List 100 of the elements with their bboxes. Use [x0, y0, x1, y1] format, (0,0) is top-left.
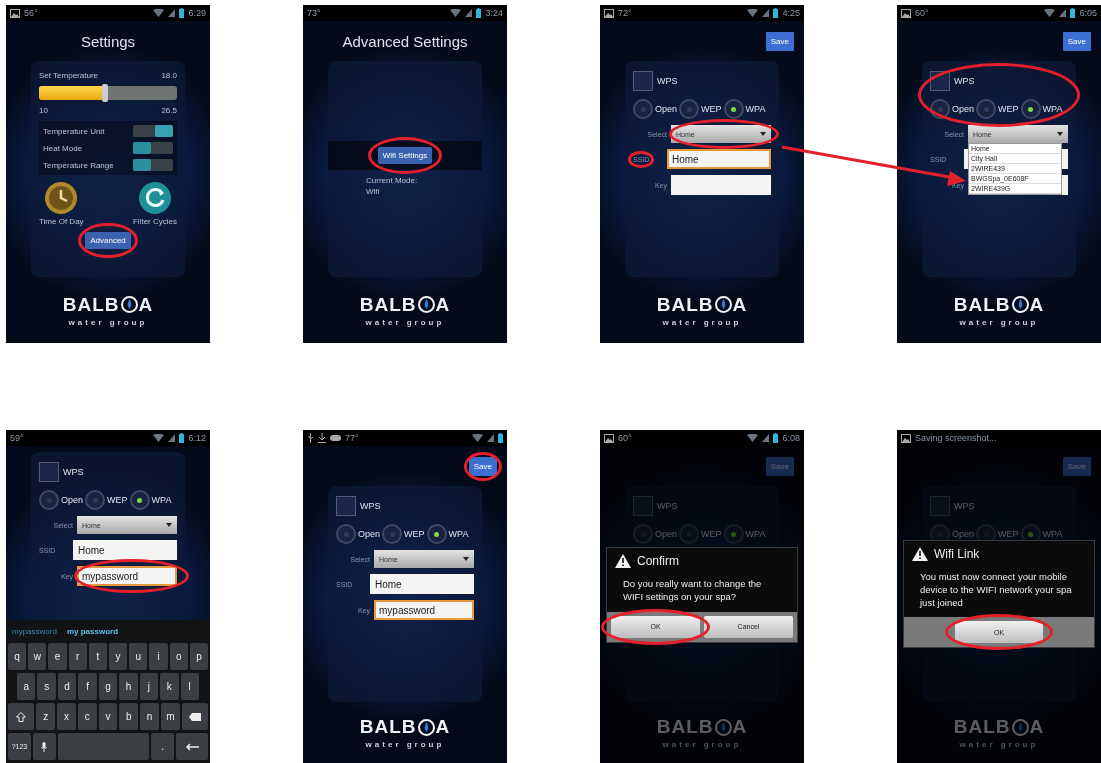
wps-checkbox[interactable]: [39, 462, 59, 482]
slider-min: 10: [39, 106, 48, 115]
radio-label: WEP: [404, 529, 425, 539]
advanced-button[interactable]: Advanced: [85, 232, 131, 249]
radio-label: Open: [61, 495, 84, 505]
checkbox-label: WPS: [657, 76, 678, 86]
caret-icon: [166, 523, 172, 527]
radio-button[interactable]: [633, 99, 653, 119]
save-button[interactable]: Save: [1062, 31, 1091, 51]
keyboard-key[interactable]: w: [28, 643, 47, 670]
radio-button[interactable]: [426, 524, 447, 544]
caret-icon: [760, 132, 766, 136]
keyboard-key[interactable]: v: [98, 703, 118, 730]
keyboard-key[interactable]: e: [48, 643, 67, 670]
radio-button[interactable]: [976, 99, 997, 119]
radio-button[interactable]: [382, 524, 403, 544]
signal-icon: [1059, 9, 1067, 17]
keyboard-key[interactable]: b: [119, 703, 139, 730]
radio-label: WEP: [701, 104, 722, 114]
keyboard-key[interactable]: r: [68, 643, 87, 670]
radio-button[interactable]: [679, 99, 700, 119]
wps-checkbox[interactable]: [930, 496, 950, 516]
slider-thumb[interactable]: [102, 84, 109, 102]
status-message: Saving screenshot...: [915, 433, 997, 443]
keyboard-key[interactable]: x: [57, 703, 76, 730]
keyboard-key[interactable]: y: [109, 643, 128, 670]
checkbox-label: WPS: [954, 501, 975, 511]
usb-icon: [307, 433, 314, 443]
keyboard-key[interactable]: u: [129, 643, 148, 670]
keyboard-key[interactable]: a: [17, 673, 36, 700]
radio-button[interactable]: [85, 490, 106, 510]
word-suggestion[interactable]: my password: [66, 626, 119, 636]
save-button[interactable]: Save: [468, 456, 497, 476]
keyboard-key[interactable]: j: [139, 673, 159, 700]
caret-icon: [463, 557, 469, 561]
key-input[interactable]: [671, 175, 771, 195]
keyboard-key[interactable]: i: [149, 643, 168, 670]
battery-icon: [773, 8, 779, 18]
logo-tagline: water group: [959, 317, 1039, 327]
key-input[interactable]: mypassword: [374, 600, 474, 620]
keyboard-key[interactable]: .: [151, 733, 174, 760]
radio-button[interactable]: [930, 99, 950, 119]
toggle-switch[interactable]: [133, 125, 173, 137]
keyboard-key[interactable]: s: [37, 673, 56, 700]
slider-label: Set Temperature: [39, 71, 98, 80]
temperature-reading: 77°: [345, 433, 359, 443]
radio-button[interactable]: [129, 490, 150, 510]
keyboard-key[interactable]: m: [160, 703, 180, 730]
image-icon: [10, 8, 20, 18]
ssid-input[interactable]: Home: [370, 574, 474, 594]
radio-button[interactable]: [1020, 99, 1041, 119]
radio-label: Open: [655, 529, 678, 539]
radio-button[interactable]: [723, 99, 744, 119]
keyboard-key[interactable]: z: [36, 703, 56, 730]
wifi-icon: [153, 434, 165, 442]
keyboard-key[interactable]: o: [169, 643, 188, 670]
wps-checkbox[interactable]: [633, 496, 653, 516]
toggle-label: Heat Mode: [43, 143, 83, 153]
keyboard-key[interactable]: l: [180, 673, 199, 700]
keyboard-key[interactable]: k: [160, 673, 179, 700]
temperature-slider[interactable]: [39, 86, 177, 100]
keyboard-key[interactable]: g: [98, 673, 118, 700]
keyboard-key[interactable]: h: [119, 673, 138, 700]
shift-key[interactable]: [8, 703, 35, 730]
wps-checkbox[interactable]: [633, 71, 653, 91]
toggle-switch[interactable]: [133, 159, 173, 171]
keyboard-key[interactable]: q: [8, 643, 27, 670]
radio-label: Open: [952, 529, 975, 539]
wps-checkbox[interactable]: [336, 496, 356, 516]
key-input[interactable]: mypassword: [77, 566, 177, 586]
temperature-reading: 73°: [307, 8, 321, 18]
save-button[interactable]: Save: [765, 31, 794, 51]
signal-icon: [168, 9, 176, 17]
keyboard-key[interactable]: t: [88, 643, 107, 670]
wifi-settings-button[interactable]: Wifi Settings: [377, 147, 433, 164]
keyboard-key[interactable]: n: [140, 703, 159, 730]
checkbox-label: WPS: [63, 467, 84, 477]
keyboard-key[interactable]: p: [189, 643, 209, 670]
toggle-switch[interactable]: [133, 142, 173, 154]
enter-key[interactable]: [176, 733, 208, 760]
radio-label: Open: [952, 104, 975, 114]
word-suggestion[interactable]: mypassword: [12, 626, 57, 636]
keyboard-key[interactable]: d: [57, 673, 77, 700]
checkbox-label: WPS: [954, 76, 975, 86]
ssid-input[interactable]: Home: [73, 540, 177, 560]
logo-letters: BALB: [359, 716, 417, 738]
keyboard-key[interactable]: c: [77, 703, 97, 730]
radio-button[interactable]: [39, 490, 59, 510]
radio-button[interactable]: [723, 524, 744, 544]
ssid-input[interactable]: Home: [667, 149, 771, 169]
clock-time: 6:08: [782, 433, 800, 443]
radio-button[interactable]: [336, 524, 356, 544]
microphone-key[interactable]: [32, 733, 56, 760]
logo-letters: A: [1029, 293, 1045, 316]
battery-icon: [773, 433, 779, 443]
clock-time: 4:25: [782, 8, 800, 18]
keyboard-key[interactable]: f: [78, 673, 97, 700]
wps-checkbox[interactable]: [930, 71, 950, 91]
backspace-key[interactable]: [181, 703, 209, 730]
dialog-message: You must now connect your mobile device to the WIFI network your spa just joined: [918, 570, 1073, 610]
